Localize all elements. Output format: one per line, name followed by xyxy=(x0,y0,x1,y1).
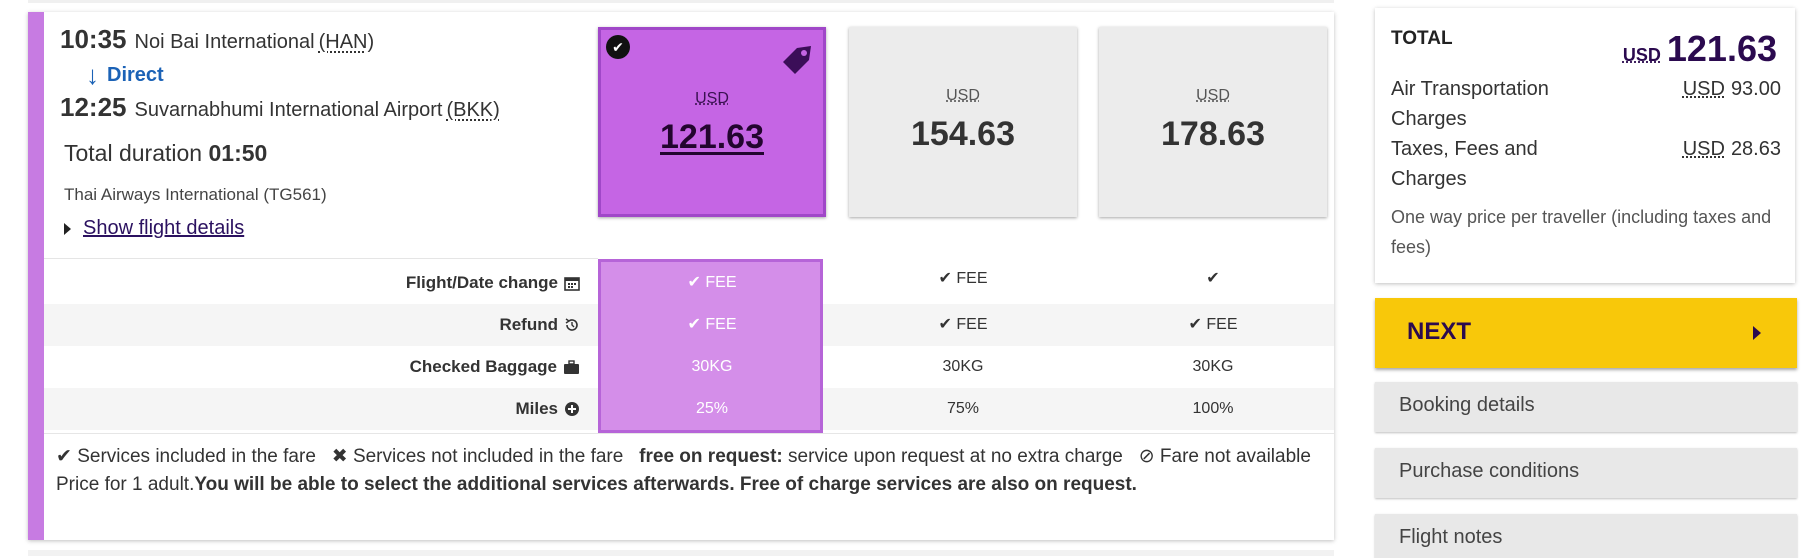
fare-currency: USD xyxy=(695,90,729,107)
check-icon: ✔ xyxy=(56,446,72,467)
feature-label: Flight/Date change xyxy=(60,262,580,304)
fare-option-3[interactable]: USD 178.63 xyxy=(1099,27,1327,217)
price-tag-icon xyxy=(783,46,811,74)
feature-label: Checked Baggage xyxy=(60,346,580,388)
total-label: TOTAL xyxy=(1391,28,1453,49)
next-button-label: NEXT xyxy=(1407,318,1472,345)
feature-cell: 75% xyxy=(946,400,980,417)
show-flight-details-link[interactable]: Show flight details xyxy=(83,217,244,240)
duration-value: 01:50 xyxy=(208,140,268,166)
legend-not-available: Fare not available xyxy=(1159,446,1311,467)
summary-line-amount: 93.00 xyxy=(1730,78,1781,100)
plus-circle-icon xyxy=(565,402,579,416)
booking-details-link[interactable]: Booking details xyxy=(1375,382,1797,432)
legend-included: Services included in the fare xyxy=(77,446,316,467)
price-for: Price for 1 adult. xyxy=(56,474,195,495)
legend-free-request-label: free on request: xyxy=(639,446,783,467)
summary-line-label: Taxes, Fees and Charges xyxy=(1391,138,1538,190)
arrival-code: (BKK) xyxy=(446,99,500,121)
departure-time: 10:35 xyxy=(60,24,127,54)
fare-legend: ✔ Services included in the fare ✖ Servic… xyxy=(56,443,1326,499)
price-summary: TOTAL USD 121.63 Air Transportation Char… xyxy=(1375,8,1795,283)
price-note: You will be able to select the additiona… xyxy=(194,474,1137,495)
legend-divider xyxy=(44,433,1334,434)
top-divider xyxy=(28,0,1334,3)
arrival-row: 12:25 Suvarnabhumi International Airport… xyxy=(60,92,580,126)
down-arrow-icon: ↓ xyxy=(86,60,99,90)
baggage-icon xyxy=(564,359,579,374)
summary-line-value: USD 28.63 xyxy=(1683,134,1781,164)
cross-icon: ✖ xyxy=(331,446,348,467)
caret-right-icon xyxy=(64,222,71,235)
refund-icon xyxy=(565,318,578,331)
fare-amount: 178.63 xyxy=(1161,115,1265,153)
arrival-time: 12:25 xyxy=(60,92,127,122)
total-price: USD 121.63 xyxy=(1623,28,1777,70)
summary-line-amount: 28.63 xyxy=(1730,138,1781,160)
feature-cell: ✔ xyxy=(1206,270,1220,287)
summary-line-air: Air Transportation Charges USD 93.00 xyxy=(1391,74,1781,134)
feature-cell: ✔ FEE xyxy=(938,270,988,287)
feature-label-text: Refund xyxy=(499,315,558,334)
feature-label-text: Miles xyxy=(515,399,558,418)
fare-option-1[interactable]: ✔ USD 121.63 xyxy=(598,27,826,217)
duration-label: Total duration xyxy=(64,140,203,166)
price-note-line: Price for 1 adult.You will be able to se… xyxy=(56,471,1326,499)
not-available-icon: ⊘ xyxy=(1138,446,1155,467)
feature-cell: 100% xyxy=(1192,400,1234,417)
bottom-divider xyxy=(28,550,1334,556)
carrier: Thai Airways International (TG561) xyxy=(64,185,327,204)
arrival-airport: Suvarnabhumi International Airport xyxy=(134,99,443,121)
caret-right-icon xyxy=(1753,326,1761,340)
summary-line-currency: USD xyxy=(1682,138,1725,160)
legend-line: ✔ Services included in the fare ✖ Servic… xyxy=(56,443,1326,471)
total-duration: Total duration 01:50 xyxy=(64,140,580,167)
side-link-label: Booking details xyxy=(1399,394,1535,416)
summary-line-currency: USD xyxy=(1682,78,1725,100)
table-divider xyxy=(44,258,598,259)
fare-currency: USD xyxy=(946,87,980,104)
feature-cell: 25% xyxy=(695,400,729,417)
legend-not-included: Services not included in the fare xyxy=(352,446,624,467)
calendar-icon xyxy=(564,277,580,291)
feature-label-text: Flight/Date change xyxy=(405,273,558,292)
feature-label: Refund xyxy=(60,304,580,346)
departure-airport: Noi Bai International xyxy=(134,31,315,53)
fare-currency: USD xyxy=(1196,87,1230,104)
price-note-per-traveller: One way price per traveller (including t… xyxy=(1391,207,1772,257)
selected-check-icon: ✔ xyxy=(606,35,630,59)
stops-indicator: ↓ Direct xyxy=(86,58,580,92)
total-value: 121.63 xyxy=(1666,28,1777,69)
departure-code: (HAN) xyxy=(318,31,375,53)
feature-cell: ✔ FEE xyxy=(938,316,988,333)
next-button[interactable]: NEXT xyxy=(1375,298,1797,368)
feature-cell: 30KG xyxy=(1192,358,1234,375)
side-link-label: Flight notes xyxy=(1399,526,1503,548)
summary-line-label: Air Transportation Charges xyxy=(1391,78,1549,130)
feature-label: Miles xyxy=(60,388,580,430)
summary-line-taxes: Taxes, Fees and Charges USD 28.63 xyxy=(1391,134,1781,194)
departure-row: 10:35 Noi Bai International (HAN) xyxy=(60,24,580,58)
itinerary: 10:35 Noi Bai International (HAN) ↓ Dire… xyxy=(60,24,580,240)
show-flight-details[interactable]: Show flight details xyxy=(64,217,580,240)
stops-label: Direct xyxy=(107,63,164,86)
feature-cell: ✔ FEE xyxy=(687,274,737,291)
legend-free-request-text: service upon request at no extra charge xyxy=(788,446,1123,467)
card-accent-bar xyxy=(28,12,44,540)
total-currency: USD xyxy=(1622,45,1661,65)
feature-cell: ✔ FEE xyxy=(687,316,737,333)
purchase-conditions-link[interactable]: Purchase conditions xyxy=(1375,448,1797,498)
fare-amount: 154.63 xyxy=(911,115,1015,153)
flight-notes-link[interactable]: Flight notes xyxy=(1375,514,1797,558)
summary-line-value: USD 93.00 xyxy=(1683,74,1781,104)
feature-label-text: Checked Baggage xyxy=(409,357,557,376)
feature-cell: 30KG xyxy=(942,358,984,375)
fare-option-2[interactable]: USD 154.63 xyxy=(849,27,1077,217)
feature-cell: ✔ FEE xyxy=(1188,316,1238,333)
fare-amount: 121.63 xyxy=(660,118,764,156)
side-link-label: Purchase conditions xyxy=(1399,460,1580,482)
feature-cell: 30KG xyxy=(691,358,733,375)
